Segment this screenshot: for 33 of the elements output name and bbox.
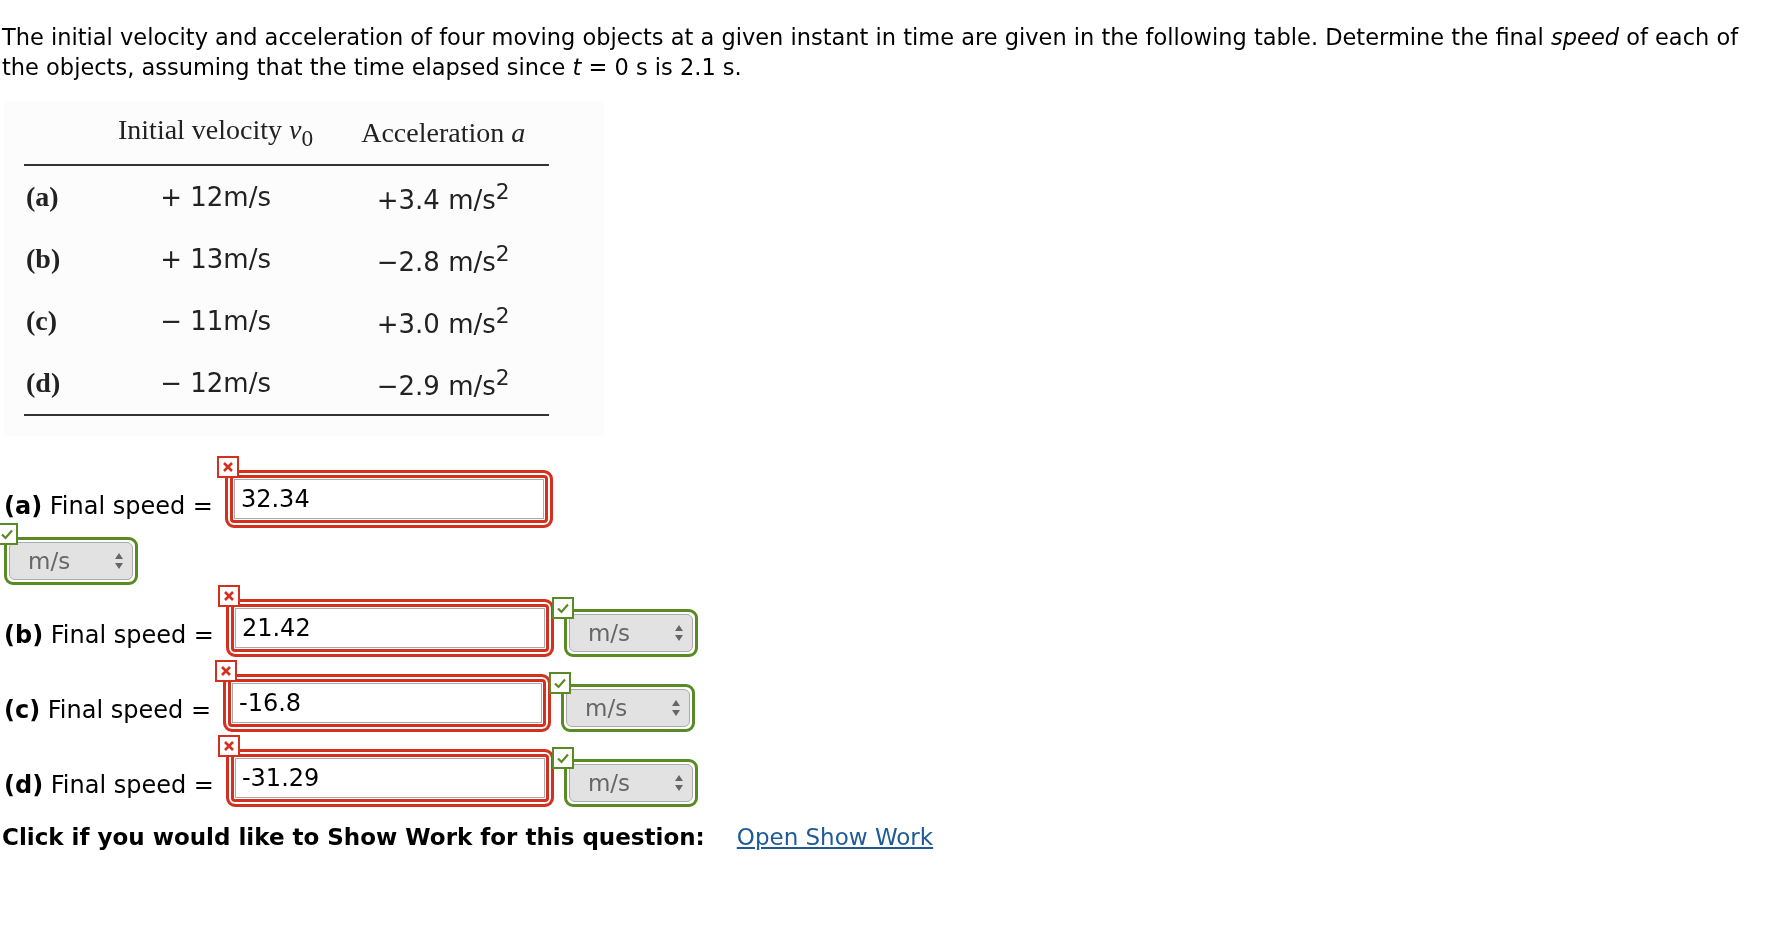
show-work-prompt: Click if you would like to Show Work for this question: <box>2 823 705 850</box>
answer-label: (d) Final speed = <box>3 770 215 801</box>
column-header: Initial velocity v$_{0}$ <box>94 112 338 165</box>
up-down-arrows-icon <box>673 623 684 642</box>
table-cell: + 12m/s <box>94 164 338 228</box>
unit-select[interactable]: m/s <box>563 758 698 807</box>
table-cell: −2.9 m/s$^{2}$ <box>337 351 550 415</box>
unit-select[interactable]: m/s <box>561 683 695 732</box>
up-down-arrows-icon <box>673 773 684 792</box>
answer-label: (c) Final speed = <box>3 695 212 726</box>
answer-field[interactable]: 21.42 <box>225 598 554 657</box>
row-label: (b) <box>25 241 62 276</box>
table-cell-text: −2.8 m/s$^{2}$ <box>375 239 511 279</box>
answer-field[interactable]: -31.29 <box>225 748 554 807</box>
answer-field[interactable]: 32.34 <box>224 469 553 528</box>
table-cell-text: − 11m/s <box>159 304 272 338</box>
row-label: (c) <box>25 303 59 338</box>
open-show-work-link[interactable]: Open Show Work <box>736 823 934 850</box>
table-cell-text: +3.0 m/s$^{2}$ <box>375 301 511 341</box>
column-header: Acceleration a <box>337 112 550 165</box>
unit-select[interactable]: m/s <box>563 608 698 657</box>
answer-label: (a) Final speed = <box>3 491 214 522</box>
up-down-arrows-icon <box>671 698 681 717</box>
unit-select[interactable]: m/s <box>4 536 138 585</box>
question-text: The initial velocity and acceleration of four moving objects at a given instant in time are given in the following table. Determine the final speed of each of the objects, assuming that the time elapsed since t = 0 s is 2.1 s. <box>1 23 1740 82</box>
table-cell-text: + 13m/s <box>159 242 272 276</box>
answer-label: (b) Final speed = <box>3 620 215 651</box>
row-label: (a) <box>24 164 94 228</box>
table-cell: − 12m/s <box>94 351 338 415</box>
answer-field[interactable]: -16.8 <box>223 673 551 732</box>
row-label: (d) <box>24 351 94 415</box>
table-cell: +3.4 m/s$^{2}$ <box>337 164 550 228</box>
up-down-arrows-icon <box>114 551 124 570</box>
